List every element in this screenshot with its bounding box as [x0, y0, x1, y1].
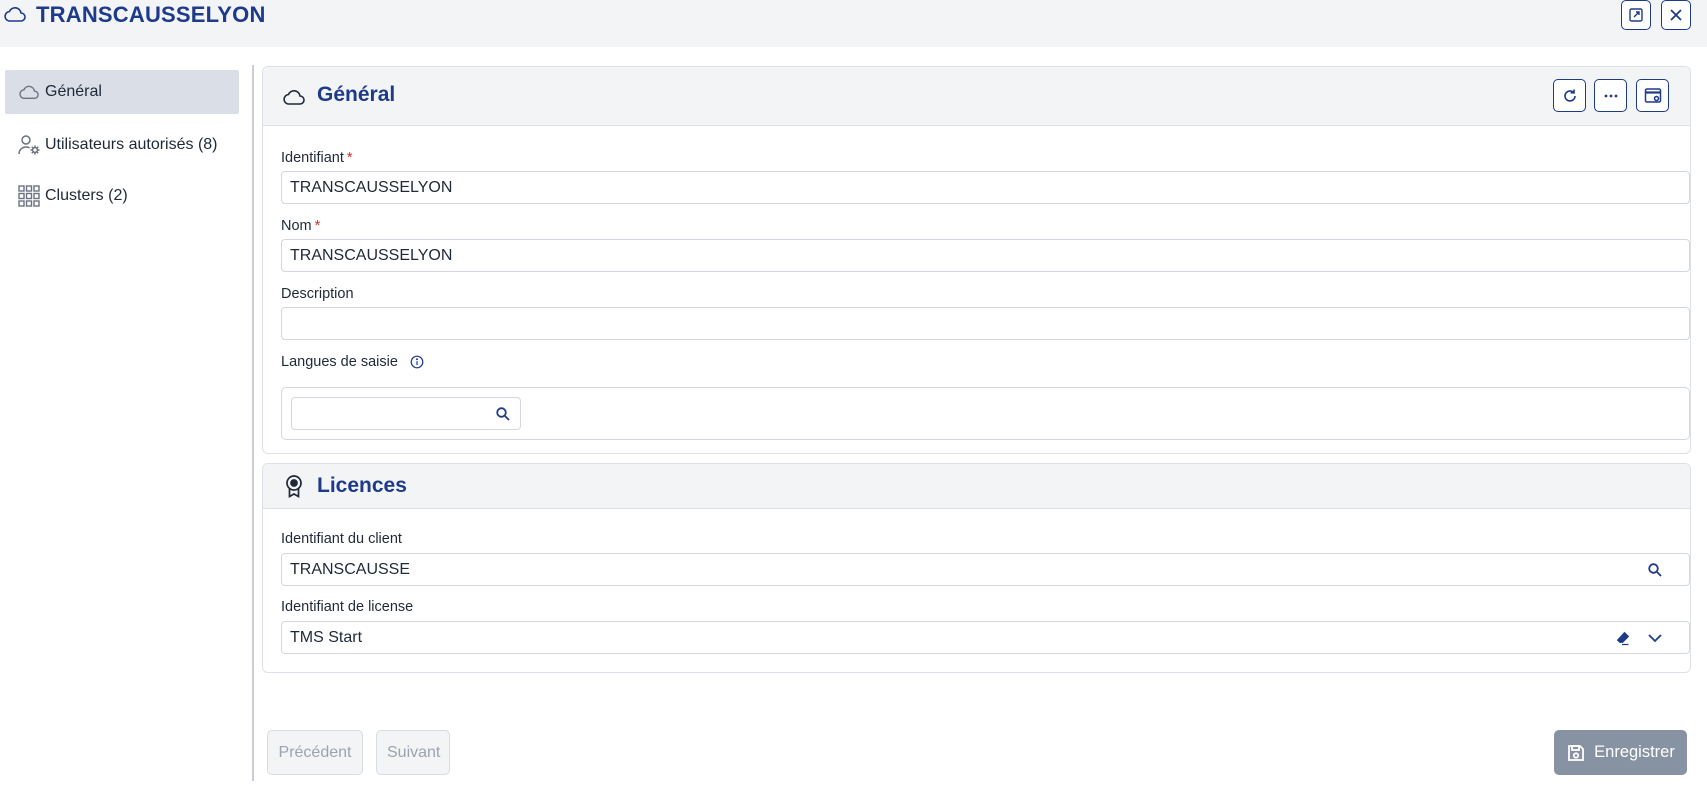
identifiant-label: Identifiant *	[281, 150, 353, 166]
section-title: Général	[317, 83, 396, 106]
sidebar: Général Utilisateurs autorisés (8) Clust…	[0, 47, 252, 781]
close-icon	[1670, 9, 1682, 21]
sidebar-item-label: Clusters (2)	[45, 187, 128, 204]
section-title: Licences	[317, 474, 407, 497]
search-icon[interactable]	[495, 406, 511, 422]
sidebar-item-users[interactable]: Utilisateurs autorisés (8)	[5, 123, 239, 167]
general-panel-header: Général	[263, 67, 1690, 126]
chevron-down-icon[interactable]	[1646, 629, 1664, 647]
info-icon[interactable]	[410, 355, 424, 369]
client-id-label: Identifiant du client	[281, 531, 402, 547]
cloud-icon	[17, 80, 41, 104]
previous-button[interactable]: Précédent	[267, 730, 363, 775]
langues-search-input[interactable]	[291, 397, 521, 430]
sidebar-item-general[interactable]: Général	[5, 70, 239, 114]
sidebar-item-clusters[interactable]: Clusters (2)	[5, 174, 239, 218]
description-input[interactable]	[281, 307, 1690, 340]
nom-label: Nom *	[281, 218, 321, 234]
save-button[interactable]: Enregistrer	[1554, 730, 1687, 775]
popout-icon	[1629, 8, 1643, 22]
refresh-icon	[1563, 89, 1576, 102]
sidebar-item-label: Général	[45, 83, 102, 100]
window-settings-icon	[1644, 87, 1661, 103]
next-button[interactable]: Suivant	[376, 730, 450, 775]
description-label: Description	[281, 286, 354, 302]
client-id-input[interactable]	[281, 553, 1690, 586]
more-button[interactable]	[1594, 79, 1627, 112]
licences-panel-header: Licences	[263, 464, 1690, 509]
required-mark: *	[346, 150, 353, 166]
required-mark: *	[314, 218, 321, 234]
license-id-value: TMS Start	[290, 629, 363, 646]
award-icon	[286, 475, 302, 498]
langues-label: Langues de saisie	[281, 354, 424, 370]
close-button[interactable]	[1661, 0, 1691, 30]
user-gear-icon	[17, 133, 41, 157]
license-id-label: Identifiant de license	[281, 599, 414, 615]
save-label: Enregistrer	[1594, 743, 1675, 761]
more-icon	[1604, 94, 1617, 97]
cloud-icon	[283, 90, 305, 105]
license-id-select[interactable]: TMS Start	[281, 621, 1690, 654]
nom-input[interactable]	[281, 239, 1690, 272]
identifiant-input[interactable]	[281, 171, 1690, 204]
popout-button[interactable]	[1621, 0, 1651, 30]
window-settings-button[interactable]	[1636, 79, 1669, 112]
licences-panel: Licences Identifiant du client Identifia…	[262, 463, 1691, 673]
sidebar-divider	[252, 65, 254, 781]
grid-icon	[17, 184, 41, 208]
title-bar: TRANSCAUSSELYON	[0, 0, 1707, 47]
eraser-icon[interactable]	[1614, 629, 1632, 647]
window-title: TRANSCAUSSELYON	[36, 2, 266, 27]
cloud-icon	[4, 7, 26, 22]
search-icon[interactable]	[1646, 561, 1664, 579]
general-panel: Général Identifiant* Nom* Description	[262, 66, 1691, 454]
refresh-button[interactable]	[1553, 79, 1586, 112]
langues-container	[281, 387, 1690, 440]
sidebar-item-label: Utilisateurs autorisés (8)	[45, 136, 218, 153]
save-icon	[1568, 744, 1585, 761]
